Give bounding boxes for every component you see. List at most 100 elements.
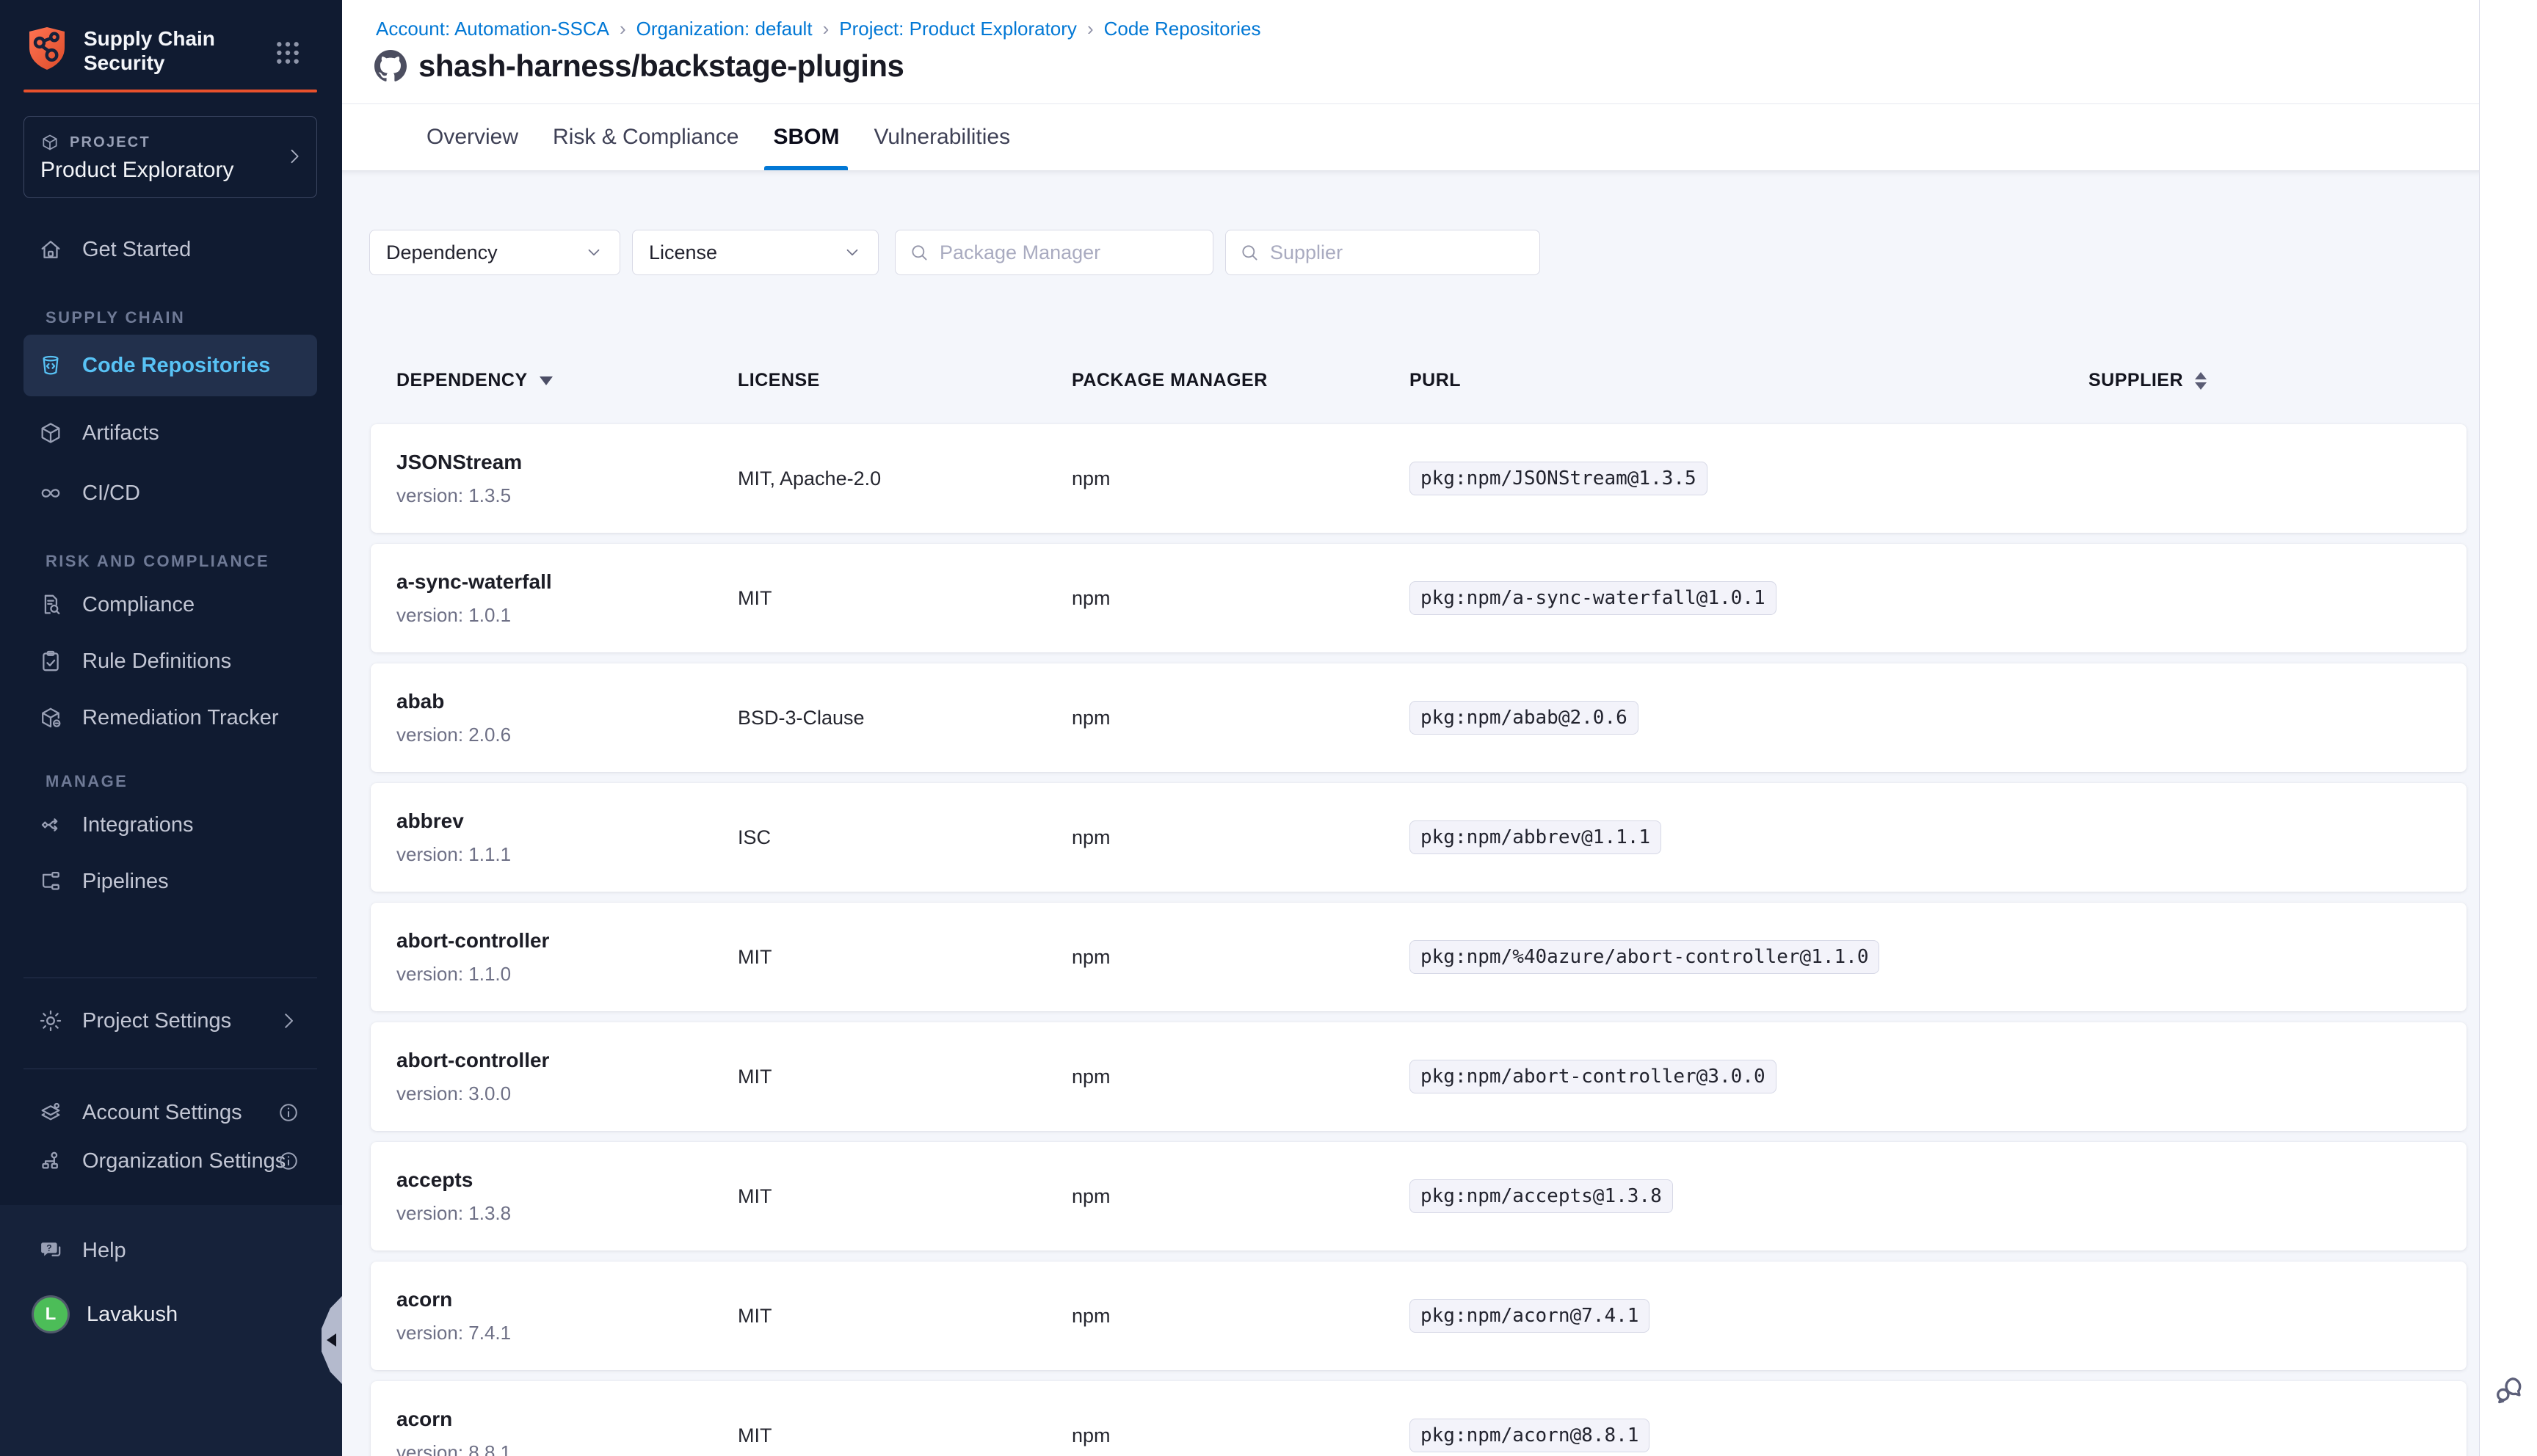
tab-risk-compliance[interactable]: Risk & Compliance bbox=[553, 104, 738, 170]
sidebar-item-remediation-tracker[interactable]: Remediation Tracker bbox=[23, 691, 317, 744]
sidebar-item-integrations[interactable]: Integrations bbox=[23, 798, 317, 851]
app-switcher-grid-icon[interactable] bbox=[273, 38, 302, 68]
app-logo: Supply Chain Security bbox=[23, 25, 238, 75]
dependency-version: version: 8.8.1 bbox=[396, 1441, 738, 1456]
sidebar-item-help[interactable]: ? Help bbox=[23, 1224, 317, 1277]
supplier-search bbox=[1225, 230, 1540, 275]
feedback-chat-icon[interactable] bbox=[2491, 1371, 2528, 1408]
dependency-filter-dropdown[interactable]: Dependency bbox=[369, 230, 620, 275]
sidebar-item-project-settings[interactable]: Project Settings bbox=[23, 994, 317, 1047]
search-icon bbox=[1239, 242, 1260, 263]
org-chart-gear-icon bbox=[38, 1149, 63, 1173]
sidebar-item-artifacts[interactable]: Artifacts bbox=[23, 407, 317, 459]
document-search-icon bbox=[38, 592, 63, 617]
sidebar-item-rule-definitions[interactable]: Rule Definitions bbox=[23, 635, 317, 688]
tab-overview[interactable]: Overview bbox=[427, 104, 518, 170]
avatar: L bbox=[34, 1297, 68, 1331]
sort-both-icon bbox=[2195, 372, 2207, 390]
project-selector[interactable]: PROJECT Product Exploratory bbox=[23, 116, 317, 198]
user-menu[interactable]: L Lavakush bbox=[23, 1288, 317, 1341]
table-header: DEPENDENCY LICENSE PACKAGE MANAGER PURL … bbox=[396, 370, 2450, 391]
supplier-input[interactable] bbox=[1270, 241, 1526, 264]
sidebar-item-cicd[interactable]: CI/CD bbox=[23, 467, 317, 520]
breadcrumb-organization[interactable]: Organization: default bbox=[636, 18, 813, 40]
column-header-license: LICENSE bbox=[738, 370, 1072, 391]
table-row: accepts version: 1.3.8 MIT npm pkg:npm/a… bbox=[371, 1142, 2467, 1251]
breadcrumb-account[interactable]: Account: Automation-SSCA bbox=[376, 18, 609, 40]
app-title: Supply Chain Security bbox=[84, 26, 238, 75]
sort-desc-icon bbox=[540, 376, 553, 385]
package-manager-cell: npm bbox=[1072, 467, 1409, 490]
info-icon[interactable] bbox=[277, 1102, 300, 1124]
sidebar-item-pipelines[interactable]: Pipelines bbox=[23, 855, 317, 908]
table-row: abbrev version: 1.1.1 ISC npm pkg:npm/ab… bbox=[371, 783, 2467, 892]
dependency-version: version: 7.4.1 bbox=[396, 1322, 738, 1344]
dependency-name: JSONStream bbox=[396, 451, 738, 474]
cube-icon bbox=[40, 133, 59, 152]
shield-logo-icon bbox=[23, 25, 70, 72]
column-header-supplier[interactable]: SUPPLIER bbox=[2088, 370, 2450, 391]
breadcrumb-code-repositories[interactable]: Code Repositories bbox=[1104, 18, 1261, 40]
dependency-name: accepts bbox=[396, 1168, 738, 1192]
column-header-purl: PURL bbox=[1409, 370, 2088, 391]
table-row: acorn version: 8.8.1 MIT npm pkg:npm/aco… bbox=[371, 1381, 2467, 1456]
dependency-version: version: 1.3.8 bbox=[396, 1202, 738, 1225]
breadcrumb: Account: Automation-SSCA › Organization:… bbox=[376, 18, 1261, 40]
column-header-dependency[interactable]: DEPENDENCY bbox=[396, 370, 738, 391]
right-rail bbox=[2479, 0, 2537, 1456]
sidebar-item-compliance[interactable]: Compliance bbox=[23, 578, 317, 631]
table-row: abort-controller version: 3.0.0 MIT npm … bbox=[371, 1022, 2467, 1131]
sidebar-item-get-started[interactable]: Get Started bbox=[23, 223, 317, 276]
infinity-icon bbox=[38, 481, 63, 506]
project-name: Product Exploratory bbox=[40, 158, 233, 183]
package-manager-cell: npm bbox=[1072, 587, 1409, 610]
breadcrumb-separator: › bbox=[813, 18, 840, 40]
table-row: a-sync-waterfall version: 1.0.1 MIT npm … bbox=[371, 544, 2467, 652]
table-row: JSONStream version: 1.3.5 MIT, Apache-2.… bbox=[371, 424, 2467, 533]
user-name: Lavakush bbox=[87, 1303, 178, 1327]
license-cell: MIT bbox=[738, 1066, 1072, 1088]
dependency-name: a-sync-waterfall bbox=[396, 570, 738, 594]
license-cell: MIT bbox=[738, 1185, 1072, 1208]
license-filter-dropdown[interactable]: License bbox=[632, 230, 879, 275]
tab-bar: Overview Risk & Compliance SBOM Vulnerab… bbox=[342, 104, 2479, 170]
license-cell: BSD-3-Clause bbox=[738, 707, 1072, 729]
page-title: shash-harness/backstage-plugins bbox=[418, 48, 904, 84]
sidebar-footer: ? Help L Lavakush bbox=[0, 1205, 342, 1456]
dependency-name: abort-controller bbox=[396, 1049, 738, 1072]
license-cell: ISC bbox=[738, 826, 1072, 849]
tab-sbom[interactable]: SBOM bbox=[773, 104, 839, 170]
license-cell: MIT bbox=[738, 1424, 1072, 1447]
sidebar-item-account-settings[interactable]: Account Settings bbox=[23, 1086, 317, 1139]
pipelines-icon bbox=[38, 869, 63, 894]
tab-vulnerabilities[interactable]: Vulnerabilities bbox=[874, 104, 1010, 170]
page-header: Account: Automation-SSCA › Organization:… bbox=[342, 0, 2479, 104]
dependency-name: acorn bbox=[396, 1288, 738, 1311]
package-manager-input[interactable] bbox=[940, 241, 1199, 264]
section-supply-chain: SUPPLY CHAIN bbox=[46, 308, 185, 327]
purl-chip: pkg:npm/%40azure/abort-controller@1.1.0 bbox=[1409, 940, 1879, 974]
purl-chip: pkg:npm/abab@2.0.6 bbox=[1409, 701, 1638, 735]
dependency-version: version: 1.0.1 bbox=[396, 604, 738, 627]
package-manager-cell: npm bbox=[1072, 1424, 1409, 1447]
info-icon[interactable] bbox=[277, 1150, 300, 1172]
sidebar: Supply Chain Security PROJECT Product Ex… bbox=[0, 0, 342, 1456]
github-icon bbox=[374, 50, 407, 82]
chevron-right-icon bbox=[284, 146, 305, 167]
license-cell: MIT bbox=[738, 587, 1072, 610]
column-header-package-manager: PACKAGE MANAGER bbox=[1072, 370, 1409, 391]
purl-chip: pkg:npm/accepts@1.3.8 bbox=[1409, 1179, 1673, 1213]
integrations-icon bbox=[38, 812, 63, 837]
dependency-version: version: 1.1.1 bbox=[396, 843, 738, 866]
package-manager-cell: npm bbox=[1072, 1305, 1409, 1328]
purl-chip: pkg:npm/a-sync-waterfall@1.0.1 bbox=[1409, 581, 1776, 615]
dependency-name: abab bbox=[396, 690, 738, 713]
breadcrumb-project[interactable]: Project: Product Exploratory bbox=[839, 18, 1077, 40]
dependency-version: version: 2.0.6 bbox=[396, 724, 738, 746]
sidebar-item-code-repositories[interactable]: Code Repositories bbox=[23, 335, 317, 396]
sidebar-item-organization-settings[interactable]: Organization Settings bbox=[23, 1135, 317, 1187]
table-row: abab version: 2.0.6 BSD-3-Clause npm pkg… bbox=[371, 663, 2467, 772]
box-wrench-icon bbox=[38, 705, 63, 730]
layers-gear-icon bbox=[38, 1100, 63, 1125]
filter-row: Dependency License bbox=[369, 230, 1540, 275]
